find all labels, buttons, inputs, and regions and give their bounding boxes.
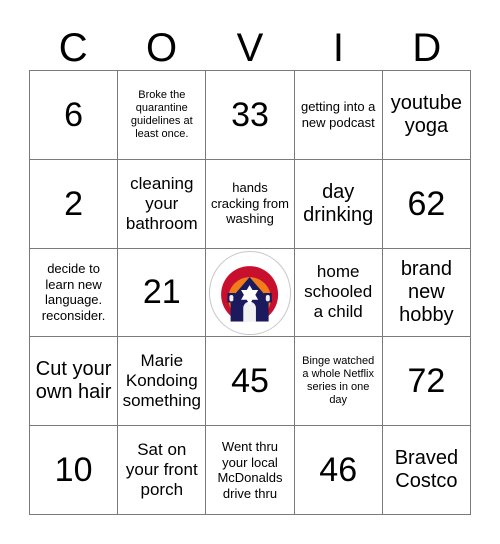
synagogue-rainbow-icon (209, 250, 291, 335)
bingo-header-letter-3: I (332, 26, 344, 70)
bingo-cell-r4-c2[interactable]: Went thru your local McDonalds drive thr… (206, 426, 295, 515)
bingo-free-space-cell[interactable] (206, 248, 295, 338)
bingo-cell-label: home schooled a child (304, 262, 373, 322)
bingo-cell-r2-c1[interactable]: 21 (118, 248, 207, 338)
bingo-cell-label: 62 (407, 184, 446, 223)
bingo-header-letter-2: V (236, 26, 264, 70)
bingo-cell-r4-c3[interactable]: 46 (294, 426, 383, 515)
bingo-cell-label: 46 (319, 451, 358, 490)
bingo-cell-r2-c3[interactable]: home schooled a child (294, 248, 383, 338)
bingo-cell-r3-c4[interactable]: 72 (382, 337, 471, 427)
bingo-grid: 6 Broke the quarantine guidelines at leas… (29, 70, 471, 515)
bingo-cell-r1-c0[interactable]: 2 (30, 159, 119, 249)
bingo-cell-label: getting into a new podcast (300, 99, 376, 130)
bingo-cell-r4-c0[interactable]: 10 (30, 426, 119, 515)
bingo-cell-label: cleaning your bathroom (125, 173, 198, 233)
bingo-cell-label: 72 (407, 362, 446, 401)
bingo-header-letter-0: C (58, 26, 88, 70)
bingo-cell-label: 21 (142, 273, 181, 312)
bingo-cell-r4-c4[interactable]: Braved Costco (382, 426, 471, 515)
bingo-cell-r0-c3[interactable]: getting into a new podcast (294, 71, 383, 160)
bingo-cell-r1-c1[interactable]: cleaning your bathroom (118, 159, 207, 249)
bingo-cell-r3-c2[interactable]: 45 (206, 337, 295, 427)
bingo-cell-label: day drinking (303, 180, 374, 226)
bingo-cell-label: Binge watched a whole Netflix series in … (302, 355, 375, 407)
bingo-cell-r1-c4[interactable]: 62 (382, 159, 471, 249)
bingo-header-letter-4: D (412, 26, 442, 70)
bingo-cell-r0-c2[interactable]: 33 (206, 71, 295, 160)
bingo-cell-r0-c1[interactable]: Broke the quarantine guidelines at least… (118, 71, 207, 160)
bingo-cell-label: decide to learn new language. reconsider… (41, 261, 106, 323)
bingo-cell-r3-c3[interactable]: Binge watched a whole Netflix series in … (294, 337, 383, 427)
bingo-cell-r3-c1[interactable]: Marie Kondoing something (118, 337, 207, 427)
bingo-header-row: COVID (29, 18, 471, 70)
bingo-cell-label: Sat on your front porch (125, 440, 198, 500)
bingo-card: C O V I D 6 Broke the quarantine guidelines a… (0, 0, 500, 544)
bingo-header-letter-1: O (146, 26, 178, 70)
bingo-cell-label: Cut your own hair (35, 358, 112, 404)
bingo-cell-r4-c1[interactable]: Sat on your front porch (118, 426, 207, 515)
bingo-cell-r1-c2[interactable]: hands cracking from washing (206, 159, 295, 249)
bingo-cell-label: Went thru your local McDonalds drive thr… (217, 439, 283, 501)
bingo-cell-label: 10 (54, 451, 93, 490)
bingo-cell-label: hands cracking from washing (210, 180, 289, 227)
bingo-cell-label: 33 (231, 95, 269, 134)
bingo-cell-r0-c4[interactable]: youtube yoga (382, 71, 471, 160)
bingo-cell-label: Braved Costco (394, 447, 459, 493)
bingo-cell-label: Broke the quarantine guidelines at least… (130, 88, 193, 140)
bingo-cell-label: 45 (231, 362, 269, 401)
bingo-cell-label: Marie Kondoing something (122, 351, 201, 411)
bingo-cell-r2-c0[interactable]: decide to learn new language. reconsider… (30, 248, 119, 338)
bingo-cell-r0-c0[interactable]: 6 (30, 71, 119, 160)
bingo-cell-label: 2 (64, 184, 84, 223)
bingo-cell-r2-c4[interactable]: brand new hobby (382, 248, 471, 338)
bingo-cell-label: youtube yoga (390, 91, 462, 137)
bingo-cell-label: 6 (64, 95, 84, 134)
bingo-cell-r3-c0[interactable]: Cut your own hair (30, 337, 119, 427)
bingo-cell-label: brand new hobby (399, 257, 454, 326)
bingo-cell-r1-c3[interactable]: day drinking (294, 159, 383, 249)
